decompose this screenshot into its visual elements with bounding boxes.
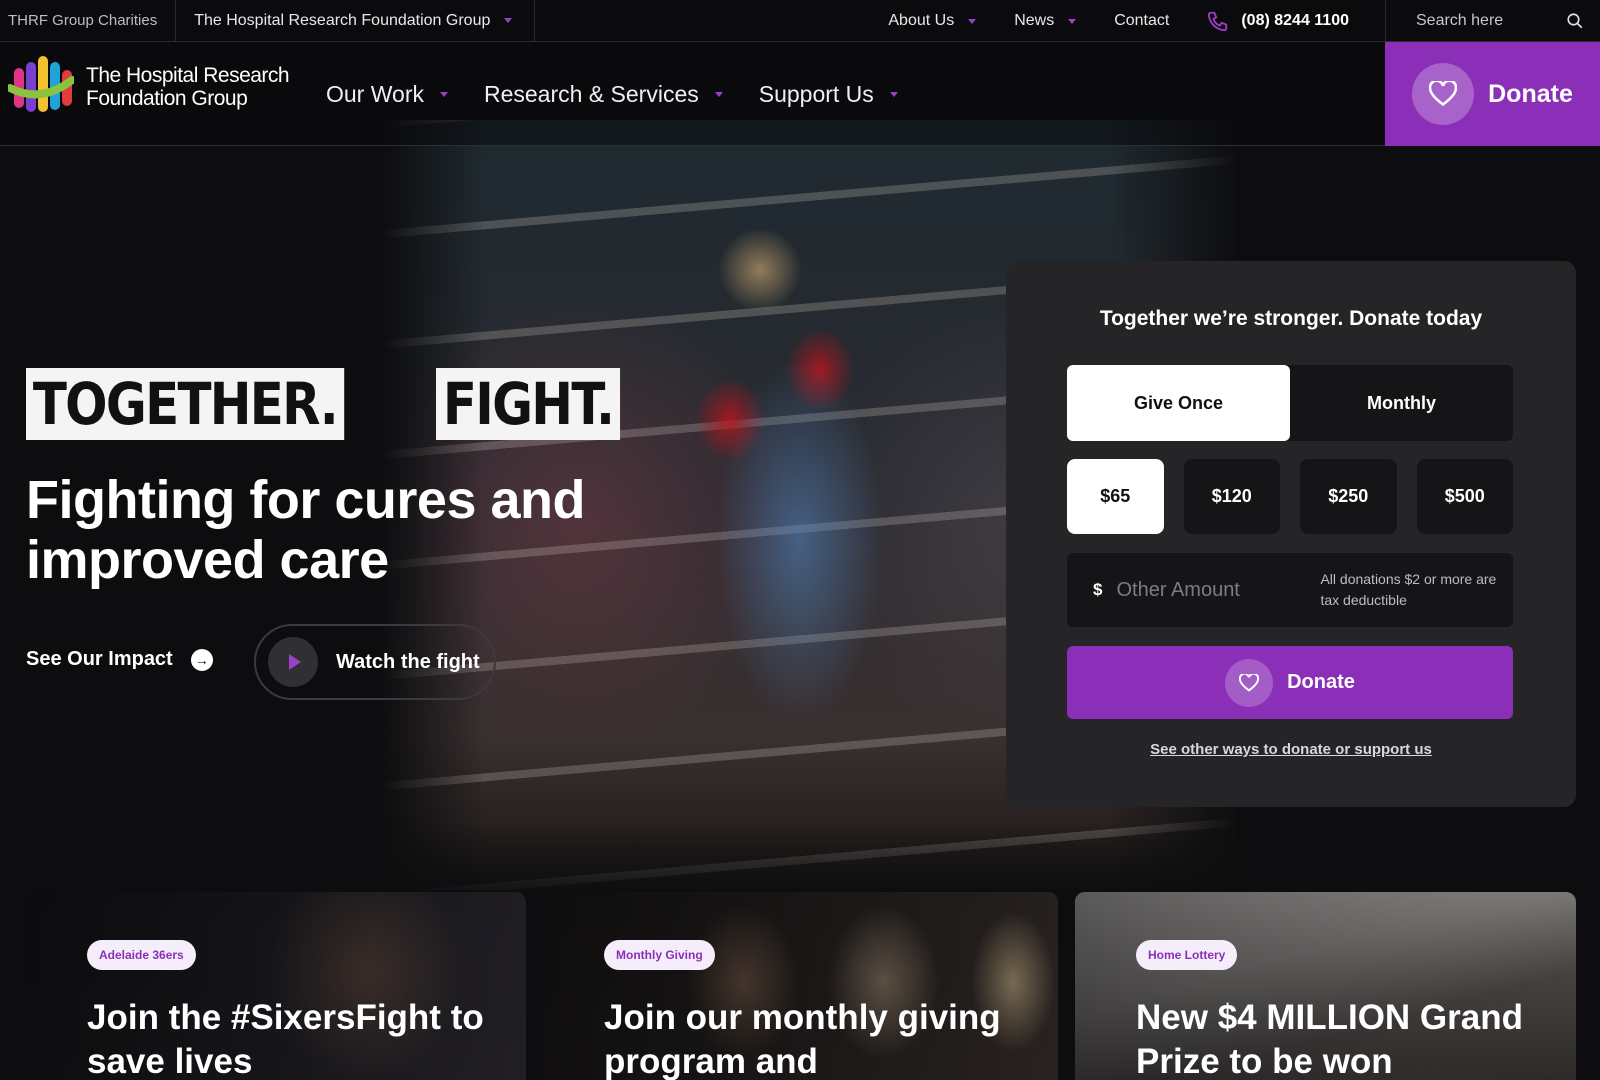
news-link[interactable]: News	[1014, 12, 1077, 30]
other-amount-field: $ All donations $2 or more are tax deduc…	[1067, 553, 1513, 627]
donation-panel-title: Together we’re stronger. Donate today	[1099, 307, 1483, 330]
play-icon	[268, 637, 318, 687]
utility-bar: THRF Group Charities The Hospital Resear…	[0, 0, 1600, 42]
chevron-down-icon	[504, 18, 513, 23]
card-title: New $4 MILLION Grand Prize to be won	[1136, 998, 1523, 1080]
contact-link[interactable]: Contact	[1114, 12, 1169, 30]
currency-symbol: $	[1093, 580, 1103, 599]
chevron-down-icon	[889, 91, 898, 97]
heart-icon	[1225, 658, 1274, 707]
see-impact-label: See Our Impact	[26, 648, 173, 670]
frequency-toggle: Give Once Monthly	[1067, 365, 1513, 441]
nav-support-us[interactable]: Support Us	[759, 81, 898, 108]
nav-research-services[interactable]: Research & Services	[484, 81, 723, 108]
logo-text: The Hospital Research Foundation Group	[86, 64, 290, 110]
nav-support-us-label: Support Us	[758, 80, 874, 107]
chevron-down-icon	[439, 91, 448, 97]
search-box[interactable]: Search here	[1385, 0, 1600, 42]
amount-options: $65 $120 $250 $500	[1067, 459, 1513, 534]
see-impact-link[interactable]: See Our Impact →	[26, 648, 213, 671]
arrow-right-icon: →	[190, 648, 213, 671]
chevron-down-icon	[714, 91, 723, 97]
headline-word-together: TOGETHER.	[26, 368, 344, 440]
amount-120-button[interactable]: $120	[1183, 459, 1280, 534]
feature-cards: Adelaide 36ers Join the #SixersFight to …	[26, 892, 1576, 1080]
card-tag: Adelaide 36ers	[87, 940, 196, 970]
logo-line-1: The Hospital Research	[86, 64, 290, 87]
card-home-lottery[interactable]: Home Lottery New $4 MILLION Grand Prize …	[1075, 892, 1576, 1080]
logo[interactable]: The Hospital Research Foundation Group	[8, 54, 290, 120]
give-once-tab[interactable]: Give Once	[1067, 365, 1290, 441]
primary-nav: Our Work Research & Services Support Us	[326, 42, 898, 146]
card-tag: Monthly Giving	[604, 940, 715, 970]
chevron-down-icon	[1068, 18, 1077, 24]
about-us-link[interactable]: About Us	[888, 12, 977, 30]
group-charities-label[interactable]: THRF Group Charities	[0, 0, 177, 42]
watch-fight-button[interactable]: Watch the fight	[254, 624, 496, 700]
phone-link[interactable]: (08) 8244 1100	[1207, 10, 1349, 32]
watch-fight-label: Watch the fight	[336, 650, 480, 673]
logo-line-2: Foundation Group	[86, 87, 248, 110]
header-donate-label: Donate	[1488, 79, 1573, 108]
donate-button-label: Donate	[1287, 671, 1355, 693]
card-tag: Home Lottery	[1136, 940, 1238, 970]
together-fight-headline: TOGETHER. FIGHT.	[26, 368, 650, 440]
other-amount-input[interactable]	[1116, 578, 1307, 602]
news-label: News	[1014, 12, 1055, 29]
nav-our-work[interactable]: Our Work	[326, 81, 448, 108]
card-title: Join the #SixersFight to save lives	[87, 998, 484, 1080]
header-donate-button[interactable]: Donate	[1385, 42, 1600, 146]
donation-panel: Together we’re stronger. Donate today Gi…	[1006, 261, 1576, 807]
amount-65-button[interactable]: $65	[1067, 459, 1164, 534]
group-selector[interactable]: The Hospital Research Foundation Group	[176, 0, 536, 42]
logo-mark-icon	[8, 56, 74, 112]
search-icon[interactable]	[1566, 12, 1584, 30]
phone-number: (08) 8244 1100	[1241, 12, 1349, 29]
monthly-tab[interactable]: Monthly	[1290, 365, 1513, 441]
chevron-down-icon	[968, 18, 977, 24]
tax-deductible-note: All donations $2 or more are tax deducti…	[1320, 571, 1497, 608]
other-ways-link[interactable]: See other ways to donate or support us	[1006, 741, 1576, 758]
card-monthly-giving[interactable]: Monthly Giving Join our monthly giving p…	[543, 892, 1058, 1080]
nav-our-work-label: Our Work	[326, 80, 424, 107]
heart-icon	[1412, 63, 1475, 125]
phone-icon	[1208, 11, 1228, 32]
main-nav: The Hospital Research Foundation Group O…	[0, 42, 1600, 146]
amount-250-button[interactable]: $250	[1300, 459, 1397, 534]
about-us-label: About Us	[888, 12, 955, 29]
headline-word-fight: FIGHT.	[435, 368, 620, 440]
hero-fade	[0, 820, 1600, 900]
hero-title: Fighting for cures and improved care	[26, 470, 586, 590]
card-sixers-fight[interactable]: Adelaide 36ers Join the #SixersFight to …	[26, 892, 526, 1080]
search-input[interactable]: Search here	[1416, 12, 1503, 30]
group-selector-label: The Hospital Research Foundation Group	[194, 11, 491, 29]
donate-button[interactable]: Donate	[1067, 646, 1513, 719]
page: THRF Group Charities The Hospital Resear…	[0, 0, 1600, 1080]
nav-research-services-label: Research & Services	[483, 80, 699, 107]
card-title: Join our monthly giving program and	[604, 998, 1001, 1080]
contact-label: Contact	[1114, 12, 1170, 29]
amount-500-button[interactable]: $500	[1416, 459, 1513, 534]
